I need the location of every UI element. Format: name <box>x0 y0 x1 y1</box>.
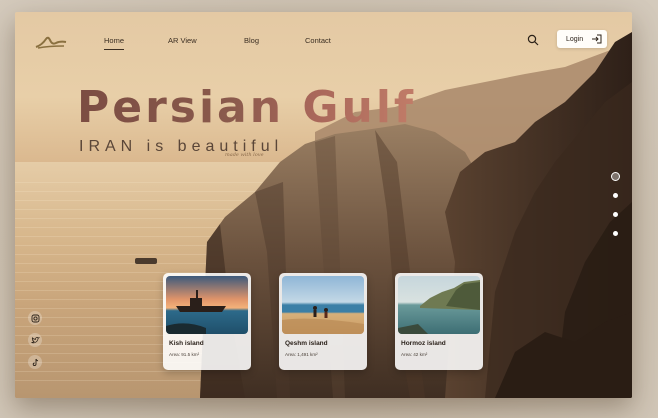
slide-dot-1[interactable] <box>611 172 620 181</box>
logo-mark-icon[interactable] <box>34 34 68 50</box>
nav-blog[interactable]: Blog <box>244 36 259 45</box>
slide-dot-2[interactable] <box>613 193 618 198</box>
kish-shipwreck-image <box>166 276 248 334</box>
card-name: Hormoz island <box>401 340 446 347</box>
login-button[interactable]: Login <box>557 30 607 48</box>
hero-signature: made with love <box>225 152 264 158</box>
island-card-qeshm[interactable]: Qeshm island Area: 1,491 km² <box>279 273 367 370</box>
instagram-button[interactable] <box>28 311 42 325</box>
hormoz-cliff-image <box>398 276 480 334</box>
sign-in-arrow-icon <box>592 34 602 44</box>
card-name: Kish island <box>169 340 204 347</box>
qeshm-beach-image <box>282 276 364 334</box>
island-card-kish[interactable]: Kish island Area: 91.5 km² <box>163 273 251 370</box>
slide-dot-3[interactable] <box>613 212 618 217</box>
twitter-icon <box>30 336 40 343</box>
slide-dot-4[interactable] <box>613 231 618 236</box>
tiktok-icon <box>32 358 38 366</box>
instagram-icon <box>31 314 39 322</box>
nav-home[interactable]: Home <box>104 36 125 50</box>
card-area: Area: 42 km² <box>401 352 428 357</box>
nav-ar-view[interactable]: AR View <box>168 36 197 45</box>
login-label: Login <box>566 35 584 43</box>
distant-boat <box>135 258 157 264</box>
card-area: Area: 1,491 km² <box>285 352 318 357</box>
hero-title: Persian Gulf <box>77 82 417 133</box>
twitter-button[interactable] <box>28 333 42 347</box>
card-area: Area: 91.5 km² <box>169 352 200 357</box>
tiktok-button[interactable] <box>28 355 42 369</box>
island-card-hormoz[interactable]: Hormoz island Area: 42 km² <box>395 273 483 370</box>
landing-page: Home AR View Blog Contact Login Persian … <box>15 12 632 398</box>
slide-indicator <box>611 172 621 248</box>
nav-contact[interactable]: Contact <box>305 36 331 45</box>
card-name: Qeshm island <box>285 340 328 347</box>
search-icon[interactable] <box>527 34 539 46</box>
